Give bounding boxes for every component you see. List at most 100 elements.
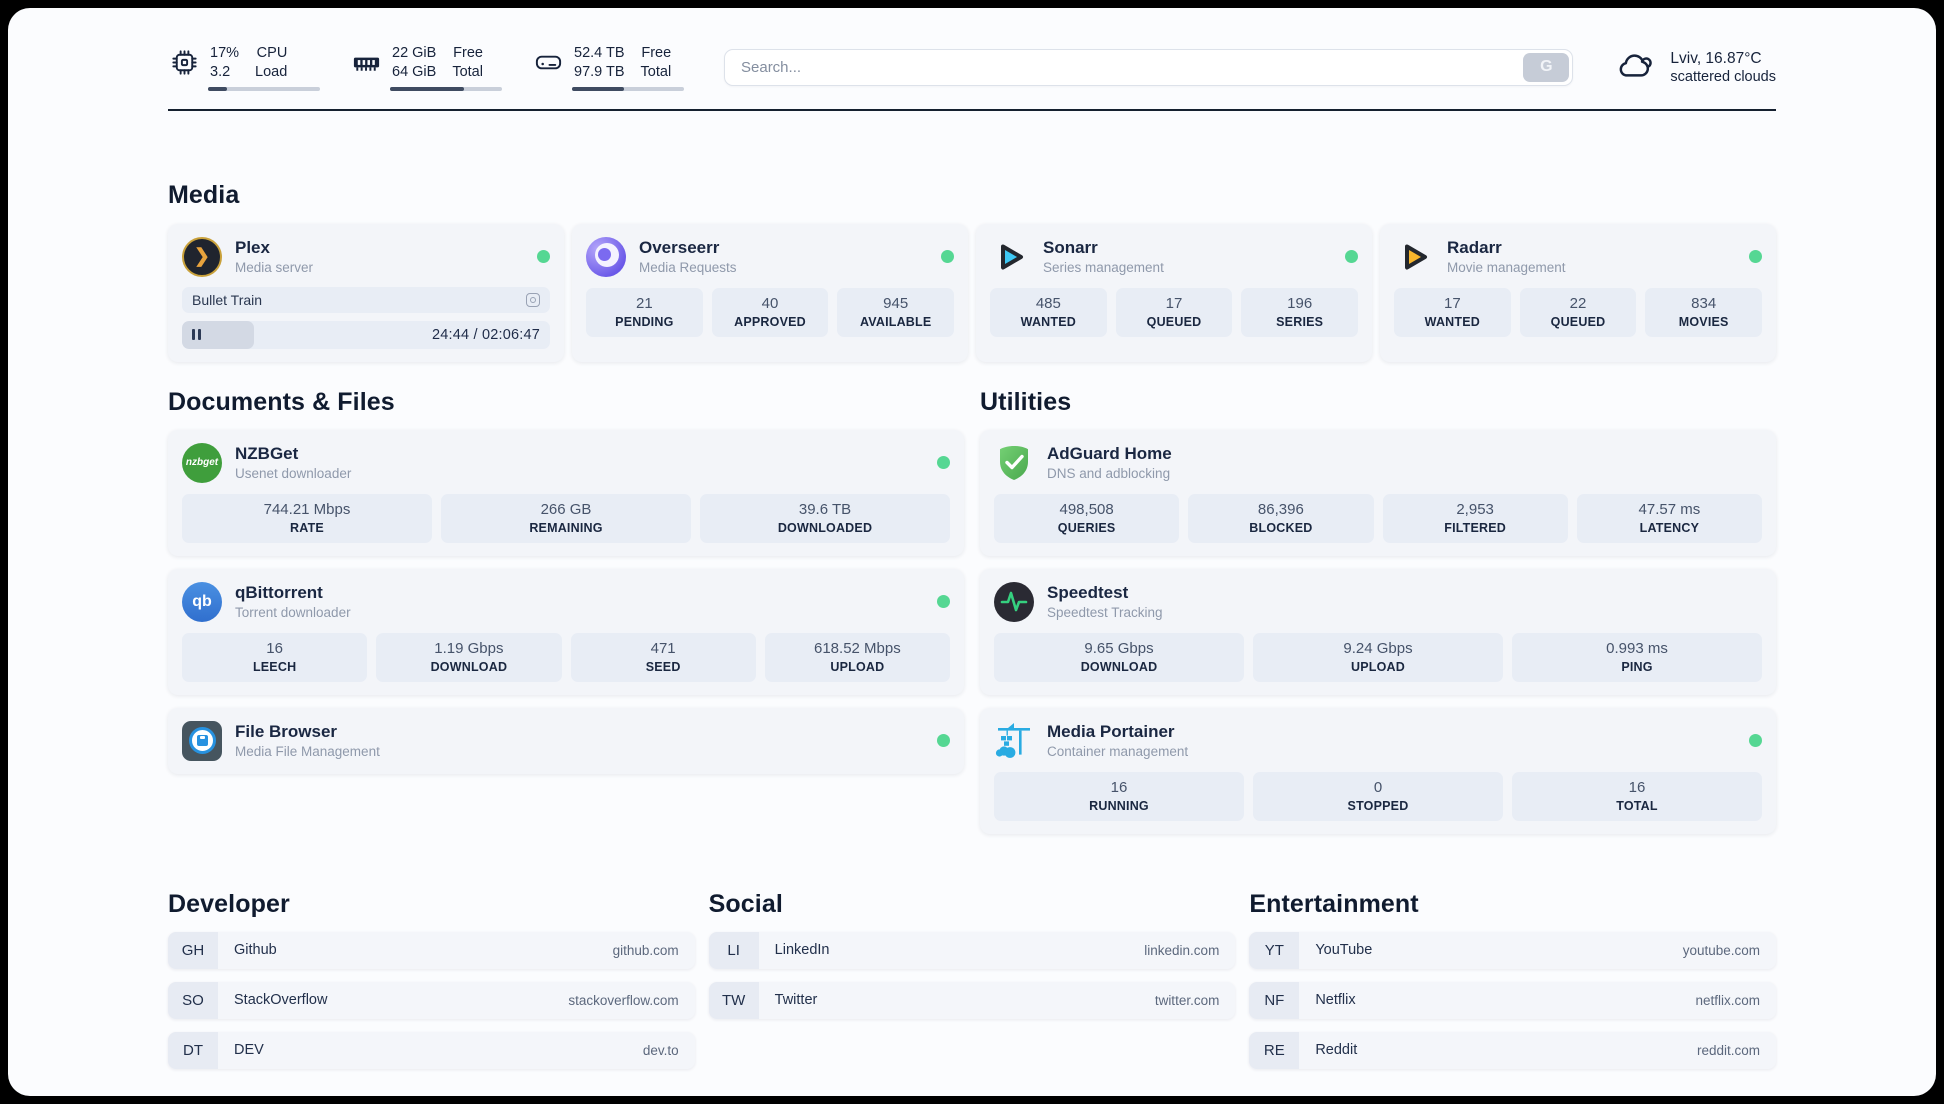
- app-title: Media Portainer: [1047, 722, 1175, 742]
- stat-value: 16: [1628, 778, 1646, 796]
- bookmark-name: YouTube: [1315, 942, 1373, 959]
- section-title-utilities: Utilities: [980, 387, 1072, 416]
- plex-icon: ❯: [182, 236, 222, 277]
- bookmark-linkedin[interactable]: LI LinkedIn linkedin.com: [708, 931, 1236, 969]
- now-playing-title: Bullet Train: [192, 291, 263, 308]
- playback-time: 24:44 / 02:06:47: [431, 326, 540, 343]
- stat-value: 0.993 ms: [1606, 639, 1668, 657]
- section-title-social: Social: [708, 889, 783, 918]
- app-card-sonarr[interactable]: Sonarr Series management 485 WANTED 17 QUE…: [976, 223, 1372, 362]
- stat-label: STOPPED: [1347, 798, 1409, 813]
- stat-value: 834: [1691, 294, 1717, 312]
- stat-box: 485 WANTED: [990, 287, 1107, 337]
- bookmark-twitter[interactable]: TW Twitter twitter.com: [708, 981, 1236, 1019]
- app-card-plex[interactable]: ❯ Plex Media server Bullet Train 24:44 /…: [168, 223, 564, 362]
- entertainment-column: Entertainment YT YouTube youtube.com NF …: [1249, 890, 1776, 1069]
- stat-label: RATE: [290, 520, 324, 535]
- app-title: Radarr: [1447, 238, 1502, 258]
- app-card-overseerr[interactable]: Overseerr Media Requests 21 PENDING 40 APP…: [572, 223, 968, 362]
- media-card-grid: ❯ Plex Media server Bullet Train 24:44 /…: [168, 223, 1776, 362]
- stat-box: 2,953 FILTERED: [1382, 493, 1568, 543]
- app-card-adguard[interactable]: AdGuard Home DNS and adblocking 498,508 Q…: [980, 429, 1776, 556]
- app-title: AdGuard Home: [1047, 444, 1172, 464]
- app-card-speedtest[interactable]: Speedtest Speedtest Tracking 9.65 Gbps DO…: [980, 568, 1776, 695]
- bookmark-name: StackOverflow: [234, 992, 328, 1009]
- bookmark-reddit[interactable]: RE Reddit reddit.com: [1249, 1031, 1776, 1069]
- stat-value: 744.21 Mbps: [263, 500, 351, 518]
- open-modal-icon[interactable]: [526, 292, 540, 307]
- playback-bar[interactable]: 24:44 / 02:06:47: [182, 320, 550, 349]
- disk-total-value: 97.9 TB: [574, 63, 625, 80]
- bookmark-stackoverflow[interactable]: SO StackOverflow stackoverflow.com: [168, 981, 695, 1019]
- app-card-portainer[interactable]: Media Portainer Container management 16 R…: [980, 707, 1776, 834]
- overseerr-icon: [586, 236, 626, 277]
- app-subtitle: Torrent downloader: [235, 605, 351, 621]
- bookmark-dev[interactable]: DT DEV dev.to: [168, 1031, 695, 1069]
- status-indicator: [937, 734, 950, 748]
- section-title-entertainment: Entertainment: [1249, 889, 1419, 918]
- filebrowser-icon: [182, 720, 222, 761]
- section-title-media: Media: [168, 180, 240, 209]
- status-indicator: [1749, 734, 1762, 748]
- bookmark-name: Netflix: [1315, 992, 1356, 1009]
- app-title: Plex: [235, 238, 270, 258]
- stat-value: 9.24 Gbps: [1343, 639, 1413, 657]
- stat-box: 47.57 ms LATENCY: [1576, 493, 1762, 543]
- bookmark-abbr: TW: [708, 981, 759, 1019]
- bookmark-url: linkedin.com: [1144, 942, 1220, 958]
- bookmark-netflix[interactable]: NF Netflix netflix.com: [1249, 981, 1776, 1019]
- bookmark-github[interactable]: GH Github github.com: [168, 931, 695, 969]
- stat-box: 0 STOPPED: [1253, 771, 1503, 821]
- stat-label: DOWNLOADED: [777, 520, 873, 535]
- disk-label-top: Free: [641, 45, 672, 61]
- weather-widget: Lviv, 16.87°C scattered clouds: [1613, 49, 1776, 86]
- search-input[interactable]: [724, 48, 1574, 86]
- app-subtitle: Media server: [235, 260, 314, 276]
- cpu-stat: 17% 3.2 CPU Load: [168, 44, 320, 91]
- stat-box: 498,508 QUERIES: [994, 493, 1180, 543]
- stat-box: 40 APPROVED: [711, 287, 829, 337]
- header: 17% 3.2 CPU Load 22 GiB 64 GiB Free Tota…: [168, 44, 1776, 91]
- app-card-radarr[interactable]: Radarr Movie management 17 WANTED 22 QUEUE…: [1380, 223, 1776, 362]
- bookmark-abbr: SO: [168, 981, 218, 1019]
- status-indicator: [937, 456, 950, 470]
- stat-box: 21 PENDING: [586, 287, 703, 337]
- stat-value: 1.19 Gbps: [434, 639, 504, 657]
- app-card-filebrowser[interactable]: File Browser Media File Management: [168, 707, 964, 774]
- app-title: Sonarr: [1043, 238, 1098, 258]
- pause-icon[interactable]: [192, 329, 201, 341]
- stat-value: 2,953: [1456, 500, 1494, 518]
- stat-label: SERIES: [1276, 314, 1324, 329]
- stat-label: PING: [1621, 659, 1653, 674]
- memory-stat: 22 GiB 64 GiB Free Total: [350, 44, 502, 91]
- stat-value: 39.6 TB: [798, 500, 852, 518]
- section-title-documents: Documents & Files: [168, 387, 395, 416]
- app-title: Speedtest: [1047, 583, 1129, 603]
- app-card-qbittorrent[interactable]: qb qBittorrent Torrent downloader 16 LEEC…: [168, 568, 964, 695]
- adguard-icon: [994, 443, 1034, 483]
- bookmark-abbr: GH: [168, 931, 218, 969]
- bookmark-youtube[interactable]: YT YouTube youtube.com: [1249, 931, 1776, 969]
- stat-box: 86,396 BLOCKED: [1188, 493, 1374, 543]
- app-card-nzbget[interactable]: nzbget NZBGet Usenet downloader 744.21 M…: [168, 429, 964, 556]
- cpu-percent: 17%: [210, 45, 240, 61]
- stat-label: UPLOAD: [830, 659, 885, 674]
- disk-icon: [532, 47, 564, 79]
- system-stats: 17% 3.2 CPU Load 22 GiB 64 GiB Free Tota…: [168, 44, 684, 91]
- app-subtitle: Container management: [1047, 744, 1189, 760]
- bookmark-abbr: LI: [708, 931, 759, 969]
- weather-condition: scattered clouds: [1670, 68, 1776, 85]
- stat-box: 17 WANTED: [1394, 287, 1511, 337]
- stat-box: 618.52 Mbps UPLOAD: [764, 632, 950, 682]
- stat-value: 17: [1165, 294, 1183, 312]
- stat-label: UPLOAD: [1351, 659, 1405, 674]
- status-indicator: [537, 250, 550, 264]
- ram-label-bottom: Total: [452, 63, 483, 80]
- search-engine-button[interactable]: G: [1523, 52, 1570, 82]
- app-title: qBittorrent: [235, 583, 323, 603]
- stat-label: TOTAL: [1616, 798, 1658, 813]
- bookmark-url: twitter.com: [1154, 992, 1220, 1008]
- bookmark-name: Reddit: [1315, 1042, 1358, 1059]
- stat-label: QUEUED: [1146, 314, 1202, 329]
- stat-value: 16: [266, 639, 283, 657]
